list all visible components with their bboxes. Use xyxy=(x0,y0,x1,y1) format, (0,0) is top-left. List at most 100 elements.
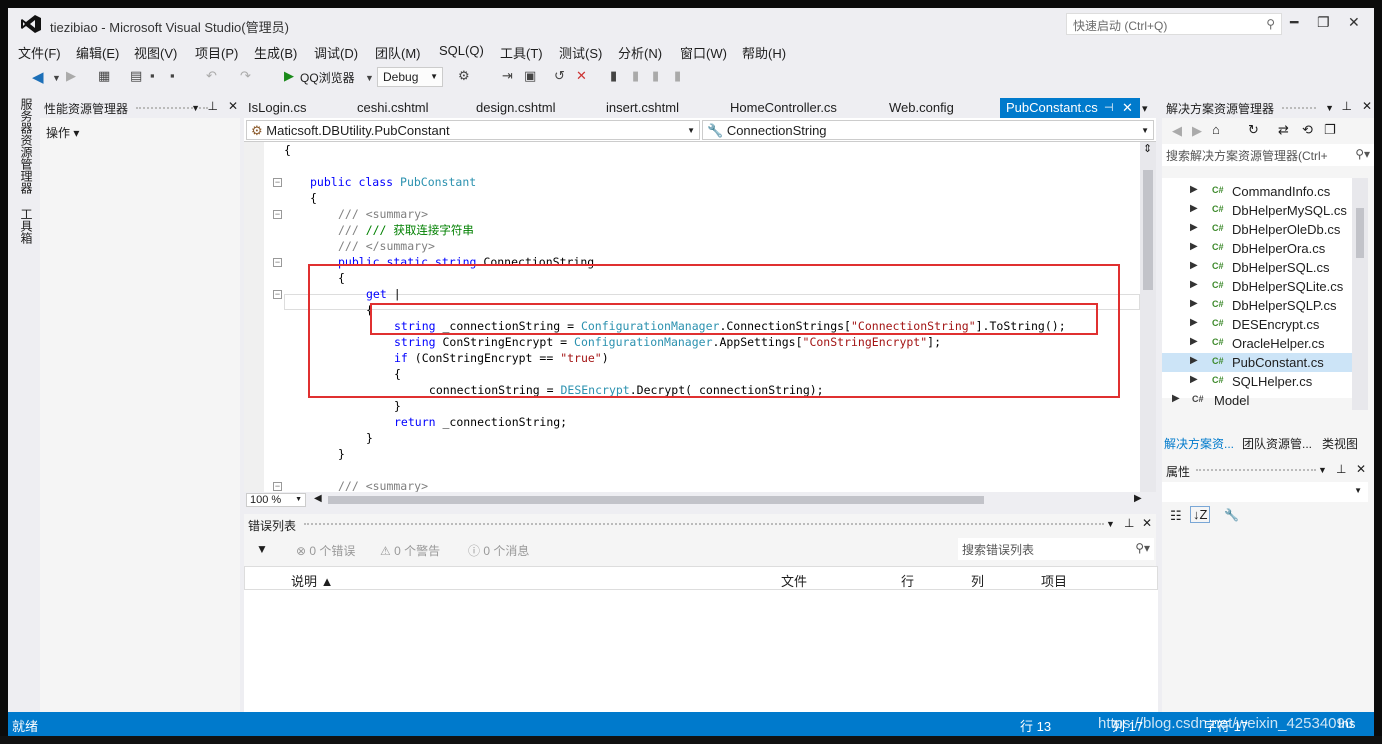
toolbox-tab[interactable]: 工具箱 xyxy=(18,208,35,244)
menu-view[interactable]: 视图(V) xyxy=(134,43,177,62)
tree-item[interactable]: ▶ C# OracleHelper.cs xyxy=(1162,334,1352,353)
tab-team-explorer[interactable]: 团队资源管... xyxy=(1242,435,1312,452)
tab-webconfig[interactable]: Web.config xyxy=(889,100,954,115)
close-icon[interactable]: ✕ xyxy=(1142,516,1152,530)
menu-help[interactable]: 帮助(H) xyxy=(742,43,786,62)
tab-design[interactable]: design.cshtml xyxy=(476,100,555,115)
tree-item[interactable]: ▶ C# CommandInfo.cs xyxy=(1162,182,1352,201)
expand-arrow-icon[interactable]: ▶ xyxy=(1190,260,1198,271)
close-icon[interactable]: ✕ xyxy=(1362,99,1372,113)
expand-arrow-icon[interactable]: ▶ xyxy=(1172,393,1180,404)
column-description[interactable]: 说明 ▲ xyxy=(291,571,334,590)
expand-arrow-icon[interactable]: ▶ xyxy=(1190,336,1198,347)
fold-toggle-icon[interactable]: − xyxy=(273,210,282,219)
fold-toggle-icon[interactable]: − xyxy=(273,258,282,267)
tree-item[interactable]: ▶ C# DbHelperSQLite.cs xyxy=(1162,277,1352,296)
property-pages-icon[interactable]: 🔧 xyxy=(1224,508,1239,522)
messages-filter[interactable]: ⓘ 0 个消息 xyxy=(468,542,529,559)
back-icon[interactable]: ◀ xyxy=(1172,123,1182,139)
menu-sql[interactable]: SQL(Q) xyxy=(439,43,484,58)
panel-dropdown-icon[interactable]: ▼ xyxy=(191,103,200,113)
scroll-left-icon[interactable]: ◀ xyxy=(314,493,322,504)
scroll-thumb[interactable] xyxy=(1143,170,1153,290)
pin-icon[interactable]: ⊥ xyxy=(1342,99,1352,113)
panel-dropdown-icon[interactable]: ▼ xyxy=(1318,465,1327,475)
expand-arrow-icon[interactable]: ▶ xyxy=(1190,298,1198,309)
scroll-thumb[interactable] xyxy=(1356,208,1364,258)
errors-filter[interactable]: ⊗ 0 个错误 xyxy=(296,542,355,559)
column-project[interactable]: 项目 xyxy=(1041,571,1067,590)
refresh-icon[interactable]: ⇄ xyxy=(1278,122,1289,138)
solution-search-input[interactable]: 搜索解决方案资源管理器(Ctrl+ ⚲▾ xyxy=(1162,144,1374,166)
expand-arrow-icon[interactable]: ▶ xyxy=(1190,317,1198,328)
menu-tools[interactable]: 工具(T) xyxy=(500,43,543,62)
pin-icon[interactable]: ⊥ xyxy=(1336,462,1346,476)
tab-class-view[interactable]: 类视图 xyxy=(1322,435,1358,452)
code-editor[interactable]: − − − − − { public class PubConstant { /… xyxy=(244,142,1140,492)
clear-icon[interactable]: ✕ xyxy=(576,68,587,84)
categorized-icon[interactable]: ☷ xyxy=(1170,508,1182,524)
tree-item[interactable]: ▶ C# DbHelperOleDb.cs xyxy=(1162,220,1352,239)
tree-item-selected[interactable]: ▶ C# PubConstant.cs xyxy=(1162,353,1352,372)
layout-icon[interactable]: ▣ xyxy=(524,68,536,84)
tab-islogin[interactable]: IsLogin.cs xyxy=(248,100,307,115)
breakpoint-icon[interactable]: ↺ xyxy=(554,68,565,84)
h-scroll-thumb[interactable] xyxy=(328,496,984,504)
save-icon[interactable]: ▪ xyxy=(150,68,155,83)
collapse-all-icon[interactable]: ⟲ xyxy=(1302,122,1313,138)
save-all-icon[interactable]: ▪ xyxy=(170,68,175,83)
forward-icon[interactable]: ▶ xyxy=(1192,123,1202,139)
column-col[interactable]: 列 xyxy=(971,571,984,590)
scroll-right-icon[interactable]: ▶ xyxy=(1134,493,1142,504)
panel-dropdown-icon[interactable]: ▼ xyxy=(1106,519,1115,529)
column-line[interactable]: 行 xyxy=(901,571,914,590)
restore-button[interactable]: ❐ xyxy=(1317,14,1330,31)
error-search-input[interactable]: 搜索错误列表 ⚲▾ xyxy=(958,538,1154,560)
open-file-icon[interactable]: ▤ xyxy=(130,68,142,84)
tab-insert[interactable]: insert.cshtml xyxy=(606,100,679,115)
zoom-select[interactable]: 100 % ▼ xyxy=(246,493,306,507)
run-target-label[interactable]: QQ浏览器 xyxy=(300,69,355,86)
perf-actions-menu[interactable]: 操作 ▾ xyxy=(46,124,79,141)
back-icon[interactable]: ◀ xyxy=(32,68,44,86)
show-all-icon[interactable]: ❐ xyxy=(1324,122,1336,138)
column-file[interactable]: 文件 xyxy=(781,571,807,590)
minimize-button[interactable]: ━ xyxy=(1290,14,1298,31)
tree-project-item[interactable]: ▶ C# Model xyxy=(1162,391,1352,410)
tree-item[interactable]: ▶ C# DbHelperMySQL.cs xyxy=(1162,201,1352,220)
expand-arrow-icon[interactable]: ▶ xyxy=(1190,241,1198,252)
tree-item[interactable]: ▶ C# DbHelperSQL.cs xyxy=(1162,258,1352,277)
menu-build[interactable]: 生成(B) xyxy=(254,43,297,62)
prev-bookmark-icon[interactable]: ▮ xyxy=(632,68,639,84)
next-bookmark-icon[interactable]: ▮ xyxy=(652,68,659,84)
editor-vertical-scrollbar[interactable]: ⇕ xyxy=(1140,142,1156,492)
attach-icon[interactable]: ⚙ xyxy=(458,68,470,84)
menu-file[interactable]: 文件(F) xyxy=(18,43,61,62)
expand-arrow-icon[interactable]: ▶ xyxy=(1190,279,1198,290)
tab-solution-explorer[interactable]: 解决方案资... xyxy=(1164,435,1234,452)
menu-project[interactable]: 项目(P) xyxy=(195,43,238,62)
run-icon[interactable]: ▶ xyxy=(284,68,294,84)
filter-icon[interactable]: ▼ xyxy=(256,542,268,556)
tab-ceshi[interactable]: ceshi.cshtml xyxy=(357,100,429,115)
tree-item[interactable]: ▶ C# DbHelperSQLP.cs xyxy=(1162,296,1352,315)
menu-window[interactable]: 窗口(W) xyxy=(680,43,727,62)
member-dropdown[interactable]: 🔧 ConnectionString ▼ xyxy=(702,120,1154,140)
menu-analyze[interactable]: 分析(N) xyxy=(618,43,662,62)
close-icon[interactable]: ✕ xyxy=(1356,462,1366,476)
expand-arrow-icon[interactable]: ▶ xyxy=(1190,355,1198,366)
fold-toggle-icon[interactable]: − xyxy=(273,290,282,299)
server-explorer-tab[interactable]: 服务器资源管理器 xyxy=(18,98,35,194)
expand-arrow-icon[interactable]: ▶ xyxy=(1190,203,1198,214)
tab-pubconstant[interactable]: PubConstant.cs ⊣ ✕ xyxy=(1000,98,1140,118)
properties-object-select[interactable]: ▼ xyxy=(1162,482,1368,502)
pin-icon[interactable]: ⊥ xyxy=(1124,516,1134,530)
expand-arrow-icon[interactable]: ▶ xyxy=(1190,374,1198,385)
expand-arrow-icon[interactable]: ▶ xyxy=(1190,222,1198,233)
new-project-icon[interactable]: ▦ xyxy=(98,68,110,84)
panel-dropdown-icon[interactable]: ▼ xyxy=(1325,103,1334,113)
close-tab-icon[interactable]: ✕ xyxy=(1122,100,1133,116)
tree-item[interactable]: ▶ C# DbHelperOra.cs xyxy=(1162,239,1352,258)
expand-arrow-icon[interactable]: ▶ xyxy=(1190,184,1198,195)
clear-bookmarks-icon[interactable]: ▮ xyxy=(674,68,681,84)
